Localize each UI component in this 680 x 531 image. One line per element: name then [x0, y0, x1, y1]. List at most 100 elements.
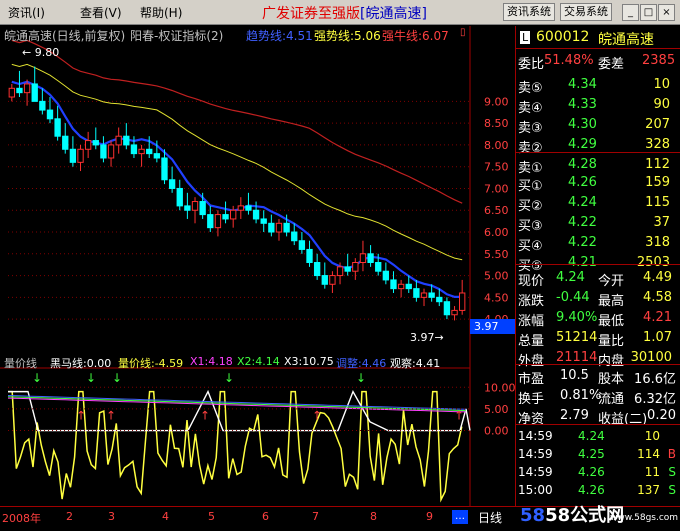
- high-price-value: 9.80: [34, 46, 60, 59]
- menu-item-view[interactable]: 查看(V): [80, 4, 122, 21]
- low-price-value: 3.97: [410, 331, 435, 344]
- trade-system-button[interactable]: 交易系统: [560, 3, 612, 21]
- tick-price: 4.26: [578, 465, 605, 479]
- quote-label: 现价: [518, 274, 545, 289]
- weibi-row: 委比 51.48% 委差 2385: [516, 52, 680, 72]
- volume-price-value: 量价线:-4.59: [118, 357, 184, 370]
- date-tick-label: 9: [426, 510, 433, 523]
- stat-row: 换手 0.81% 流通 6.32亿: [516, 387, 680, 407]
- tick-row: 14:59 4.24 10: [516, 428, 680, 448]
- price-tick-label: 9.00: [484, 95, 509, 108]
- candle-body: [344, 266, 351, 272]
- stat-value: 0.81%: [560, 388, 602, 403]
- period-tab[interactable]: 日线: [478, 509, 502, 526]
- menu-item-help[interactable]: 帮助(H): [140, 4, 182, 21]
- candle-body: [329, 275, 336, 285]
- order-volume: 159: [645, 175, 670, 190]
- app-title-text: 广发证券至强版: [262, 6, 360, 22]
- close-icon[interactable]: ×: [658, 4, 675, 21]
- sell-arrow-icon: ↑: [76, 409, 86, 423]
- scroll-more-button[interactable]: …: [452, 510, 468, 524]
- order-price: 4.21: [568, 255, 597, 270]
- candle-body: [291, 231, 298, 242]
- date-tick-label: 3: [108, 510, 115, 523]
- quote-value: 30100: [630, 350, 672, 365]
- tick-price: 4.24: [578, 429, 605, 443]
- minimize-icon[interactable]: _: [622, 4, 639, 21]
- quote-value: 4.24: [556, 270, 585, 285]
- current-price-label: 3.97: [474, 320, 499, 333]
- candle-body: [214, 214, 222, 229]
- order-price: 4.22: [568, 235, 597, 250]
- candle-body: [54, 118, 61, 137]
- candle-body: [199, 201, 206, 216]
- app-title: 广发证券至强版[皖通高速]: [262, 3, 427, 23]
- candle-body: [222, 214, 229, 220]
- info-system-button[interactable]: 资讯系统: [503, 3, 555, 21]
- candle-body: [184, 205, 191, 211]
- buy-arrow-icon: ↓: [32, 371, 42, 385]
- sell-arrow-icon: ↑: [454, 409, 464, 423]
- price-chart[interactable]: 9.00 8.50 8.00 7.50 7.00 6.50 6.00 5.50 5.00 4.50…: [0, 26, 516, 506]
- quote-label: 涨跌: [518, 294, 545, 309]
- stat-value: 10.5: [560, 368, 589, 383]
- order-price: 4.29: [568, 137, 597, 152]
- candle-body: [245, 205, 252, 211]
- quote-value: 51214: [556, 330, 598, 345]
- sell-arrow-icon: ↑: [200, 409, 210, 423]
- date-tick-label: 4: [162, 510, 169, 523]
- divider: [516, 152, 680, 153]
- candle-body: [359, 253, 367, 264]
- quote-label: 量比: [598, 334, 625, 349]
- menu-bar: 资讯(I) 查看(V) 帮助(H) 广发证券至强版[皖通高速] 资讯系统 交易系…: [0, 0, 680, 25]
- bull-line-value: 强牛线:6.07: [382, 29, 449, 43]
- candle-body: [46, 109, 54, 120]
- quote-value: 4.49: [643, 270, 672, 285]
- candle-body: [84, 140, 92, 150]
- buy-arrow-icon: ↓: [356, 371, 366, 385]
- date-tick-label: 8: [370, 510, 377, 523]
- quote-panel: L 600012 皖通高速 委比 51.48% 委差 2385 卖⑤ 4.34 10…: [516, 26, 680, 504]
- candle-body: [230, 209, 237, 220]
- order-label: 卖⑤: [518, 81, 543, 96]
- order-label: 买④: [518, 239, 543, 254]
- stock-name: 皖通高速: [598, 32, 654, 48]
- black-horse-value: 黑马线:0.00: [50, 357, 112, 370]
- tick-price: 4.25: [578, 447, 605, 461]
- buy-row: 买① 4.26 159: [516, 174, 680, 194]
- tick-time: 15:00: [518, 483, 553, 497]
- window-flag-icon[interactable]: ▯: [460, 27, 466, 38]
- candle-body: [313, 262, 321, 277]
- indicator-label: 量价线: [4, 357, 37, 370]
- candle-body: [420, 292, 428, 298]
- candle-body: [268, 222, 275, 233]
- buy-arrow-icon: ↓: [86, 371, 96, 385]
- tick-row: 14:59 4.26 11 S: [516, 464, 680, 484]
- quote-row: 涨跌 -0.44 最高 4.58: [516, 289, 680, 309]
- candle-body: [39, 100, 46, 111]
- sell-row: 卖④ 4.33 90: [516, 96, 680, 116]
- high-price-label: ← 9.80: [22, 46, 60, 59]
- order-price: 4.24: [568, 195, 597, 210]
- candle-body: [161, 157, 168, 181]
- candle-body: [92, 140, 99, 146]
- quote-value: 21114: [556, 350, 598, 365]
- candle-body: [352, 262, 359, 272]
- indicator-tick-label: 0.00: [484, 425, 509, 438]
- observe-value: 观察:4.41: [390, 357, 441, 370]
- order-price: 4.26: [568, 175, 597, 190]
- stock-title-text: [皖通高速]: [360, 6, 427, 22]
- price-tick-label: 6.00: [484, 226, 509, 239]
- candle-body: [191, 201, 199, 211]
- tick-time: 14:59: [518, 447, 553, 461]
- tick-flag: S: [668, 465, 676, 479]
- order-volume: 90: [653, 97, 670, 112]
- buy-row: 买④ 4.22 318: [516, 234, 680, 254]
- maximize-icon[interactable]: □: [640, 4, 657, 21]
- stat-value: 6.32亿: [634, 392, 676, 407]
- order-label: 买②: [518, 199, 543, 214]
- panel-border: [515, 26, 516, 506]
- tick-row: 15:00 4.26 137 S: [516, 482, 680, 502]
- candle-body: [23, 83, 31, 94]
- menu-item-info[interactable]: 资讯(I): [8, 4, 45, 21]
